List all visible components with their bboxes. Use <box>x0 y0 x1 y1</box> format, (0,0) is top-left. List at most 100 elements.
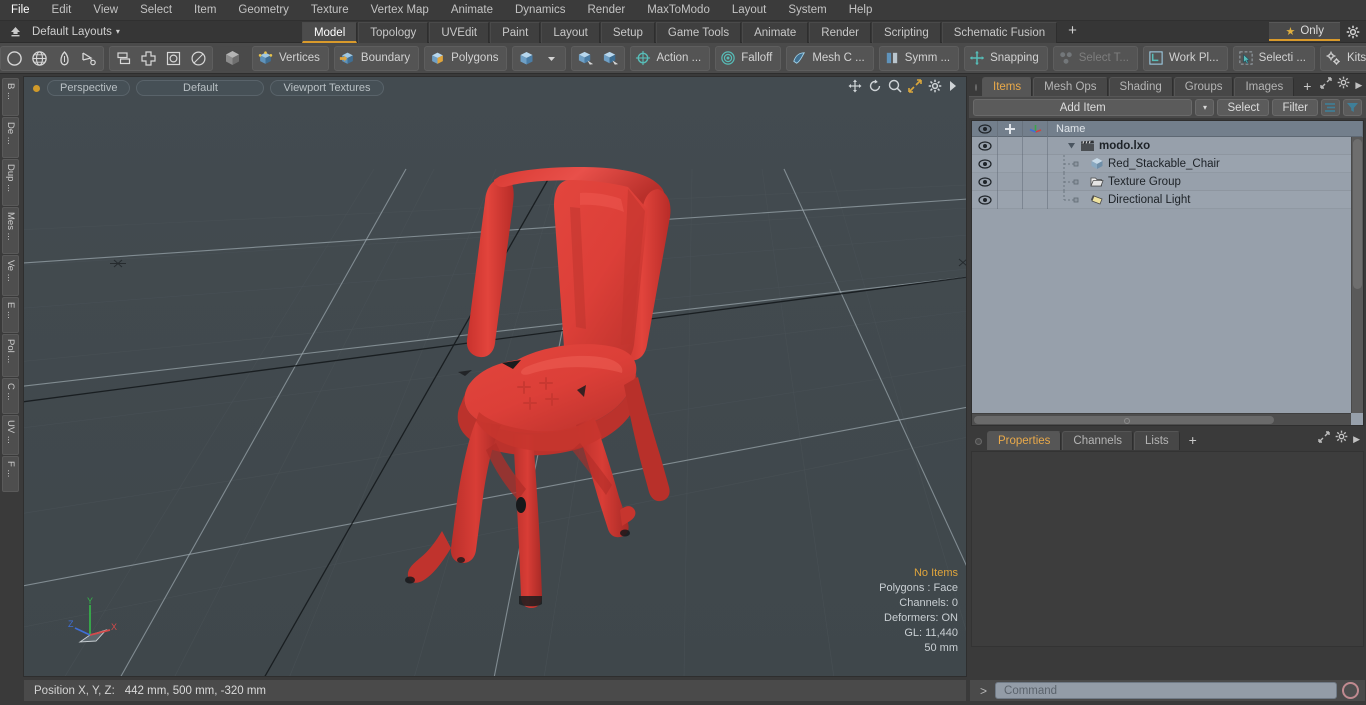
tab-properties[interactable]: Properties <box>987 431 1062 450</box>
item-list[interactable]: Name modo.lxo Red_Stackable_Chair Textur… <box>971 120 1364 426</box>
menu-item-maxtomodo[interactable]: MaxToModo <box>636 0 721 20</box>
action-center-button[interactable]: Action ... <box>630 45 711 71</box>
left-tab-polygon[interactable]: Pol ... <box>2 334 19 377</box>
chevron-right-icon[interactable]: ▶ <box>1353 434 1360 445</box>
center-icon[interactable] <box>161 47 186 70</box>
select-mode-polygons[interactable]: Polygons <box>424 45 508 71</box>
symmetry-button[interactable]: Symm ... <box>878 45 960 71</box>
pick-walk-b-icon[interactable] <box>598 47 623 70</box>
select-through-button[interactable]: Select T... <box>1052 45 1139 71</box>
column-axis-icon[interactable] <box>1023 121 1048 137</box>
gear-icon[interactable] <box>1340 21 1366 43</box>
row-visibility-eye-icon[interactable] <box>972 172 998 191</box>
work-plane-button[interactable]: Work Pl... <box>1143 45 1228 71</box>
tab-items[interactable]: Items <box>982 77 1033 96</box>
curve-icon[interactable] <box>77 47 102 70</box>
row-visibility-eye-icon[interactable] <box>972 154 998 173</box>
tab-lists[interactable]: Lists <box>1134 431 1180 450</box>
table-row[interactable]: Red_Stackable_Chair <box>972 154 1363 173</box>
menu-item-vertex-map[interactable]: Vertex Map <box>360 0 440 20</box>
table-row[interactable]: Texture Group <box>972 172 1363 191</box>
menu-item-help[interactable]: Help <box>838 0 884 20</box>
left-tab-mesh-edit[interactable]: Mes ... <box>2 207 19 254</box>
chevron-right-icon[interactable]: ▶ <box>1355 80 1362 91</box>
row-axis-cell[interactable] <box>1023 190 1048 209</box>
tab-render[interactable]: Render <box>809 21 871 43</box>
selection-sets-button[interactable]: Selecti ... <box>1232 45 1315 71</box>
row-axis-cell[interactable] <box>1023 136 1048 155</box>
add-properties-tab-button[interactable]: + <box>1181 431 1205 450</box>
left-tab-edge[interactable]: E ... <box>2 297 19 333</box>
pen-icon[interactable] <box>52 47 77 70</box>
cube-grey-icon[interactable] <box>220 47 245 70</box>
row-lock-cell[interactable] <box>998 154 1023 173</box>
tab-channels[interactable]: Channels <box>1062 431 1134 450</box>
tab-mesh-ops[interactable]: Mesh Ops <box>1033 77 1108 96</box>
column-lock-icon[interactable] <box>998 121 1023 137</box>
record-circle-icon[interactable] <box>1342 682 1359 699</box>
tab-schematic-fusion[interactable]: Schematic Fusion <box>941 21 1058 43</box>
item-list-vertical-scrollbar[interactable] <box>1351 137 1363 413</box>
row-visibility-eye-icon[interactable] <box>972 190 998 209</box>
rotate-icon[interactable] <box>868 79 882 98</box>
left-tab-uv[interactable]: UV ... <box>2 415 19 455</box>
move-icon[interactable] <box>136 47 161 70</box>
left-tab-deform[interactable]: De ... <box>2 117 19 158</box>
chevron-down-icon[interactable]: ▾ <box>116 27 120 36</box>
funnel-icon[interactable] <box>1343 99 1362 116</box>
menu-item-animate[interactable]: Animate <box>440 0 504 20</box>
menu-item-texture[interactable]: Texture <box>300 0 360 20</box>
tab-animate[interactable]: Animate <box>742 21 809 43</box>
viewport-camera-button[interactable]: Perspective <box>47 80 131 96</box>
left-tab-falloff[interactable]: F ... <box>2 456 19 492</box>
add-panel-tab-button[interactable]: + <box>1295 77 1319 96</box>
radial-icon[interactable] <box>186 47 211 70</box>
mesh-constraint-button[interactable]: Mesh C ... <box>786 45 874 71</box>
fit-icon[interactable] <box>908 78 922 98</box>
tab-topology[interactable]: Topology <box>358 21 429 43</box>
row-axis-cell[interactable] <box>1023 154 1048 173</box>
viewport-textures-button[interactable]: Viewport Textures <box>270 80 384 96</box>
item-mode-chevron-down-icon[interactable] <box>539 47 564 70</box>
circle-icon[interactable] <box>2 47 27 70</box>
menu-item-dynamics[interactable]: Dynamics <box>504 0 576 20</box>
select-button[interactable]: Select <box>1217 99 1270 116</box>
tab-uvedit[interactable]: UVEdit <box>429 21 490 43</box>
only-toggle-button[interactable]: ★ Only <box>1269 22 1340 41</box>
snapping-button[interactable]: Snapping <box>964 45 1048 71</box>
row-name-cell[interactable]: Directional Light <box>1048 190 1363 209</box>
tab-shading[interactable]: Shading <box>1108 77 1173 96</box>
list-toggle-icon[interactable] <box>1321 99 1340 116</box>
align-icon[interactable] <box>111 47 136 70</box>
row-visibility-eye-icon[interactable] <box>972 136 998 155</box>
tab-scripting[interactable]: Scripting <box>871 21 941 43</box>
tab-layout[interactable]: Layout <box>541 21 600 43</box>
tab-setup[interactable]: Setup <box>600 21 655 43</box>
viewport-style-button[interactable]: Default <box>136 80 265 96</box>
filter-button[interactable]: Filter <box>1272 99 1318 116</box>
falloff-button[interactable]: Falloff <box>715 45 782 71</box>
menu-item-geometry[interactable]: Geometry <box>227 0 300 20</box>
menu-item-file[interactable]: File <box>0 0 41 20</box>
left-tab-vertex[interactable]: Ve ... <box>2 255 19 296</box>
left-tab-duplicate[interactable]: Dup ... <box>2 159 19 206</box>
table-row[interactable]: modo.lxo <box>972 136 1363 155</box>
row-lock-cell[interactable] <box>998 136 1023 155</box>
menu-item-system[interactable]: System <box>777 0 837 20</box>
item-list-horizontal-scrollbar[interactable] <box>972 413 1351 425</box>
left-tab-curve[interactable]: C ... <box>2 378 19 414</box>
table-row[interactable]: Directional Light <box>972 190 1363 209</box>
command-input[interactable] <box>995 682 1337 699</box>
home-up-icon[interactable] <box>4 22 26 42</box>
layout-selector-label[interactable]: Default Layouts <box>32 26 112 38</box>
expand-icon[interactable] <box>1318 430 1330 448</box>
gear-icon[interactable] <box>928 79 942 98</box>
row-axis-cell[interactable] <box>1023 172 1048 191</box>
menu-item-item[interactable]: Item <box>183 0 227 20</box>
tab-game-tools[interactable]: Game Tools <box>655 21 742 43</box>
scrollbar-thumb[interactable] <box>1353 139 1362 289</box>
tab-images[interactable]: Images <box>1234 77 1295 96</box>
select-mode-vertices[interactable]: Vertices <box>252 45 329 71</box>
menu-item-render[interactable]: Render <box>576 0 636 20</box>
kits-button[interactable]: Kits <box>1319 45 1366 71</box>
